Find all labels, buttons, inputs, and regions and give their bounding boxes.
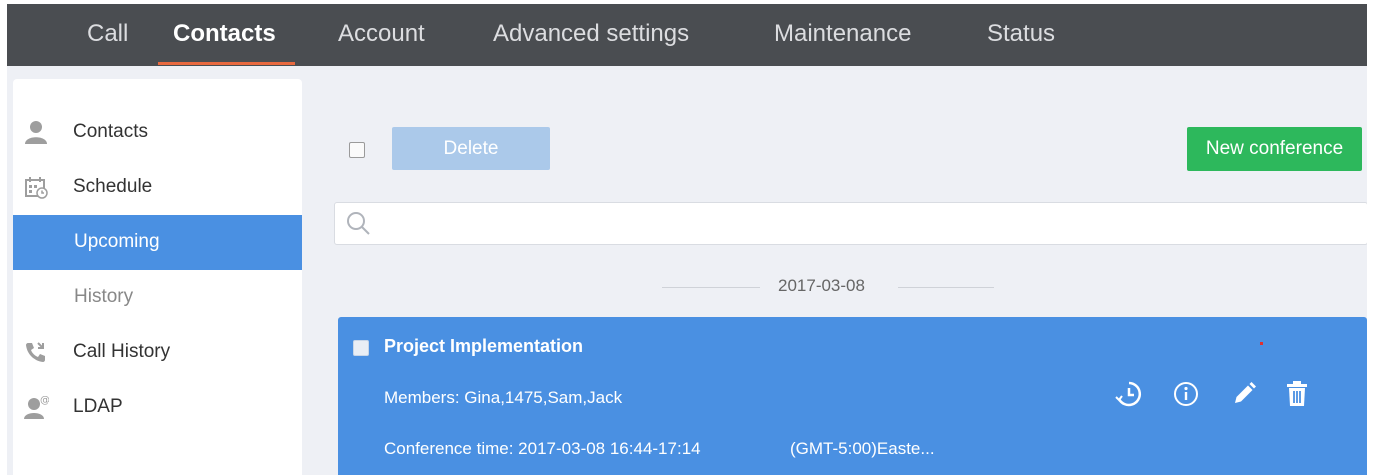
edit-pencil-icon[interactable] <box>1229 379 1259 409</box>
conference-members: Members: Gina,1475,Sam,Jack <box>384 388 623 407</box>
divider <box>662 287 760 288</box>
tab-call[interactable]: Call <box>87 4 128 66</box>
status-dot <box>1260 342 1263 345</box>
divider <box>898 287 994 288</box>
phone-history-icon <box>26 342 45 362</box>
person-icon <box>25 121 47 144</box>
select-all-checkbox[interactable] <box>349 142 365 158</box>
search-icon <box>347 212 370 235</box>
conference-card[interactable]: Project Implementation Members: Gina,147… <box>338 317 1367 475</box>
delete-trash-icon[interactable] <box>1282 379 1312 409</box>
conference-time: Conference time: 2017-03-08 16:44-17:14 <box>384 439 701 458</box>
sidebar-item-schedule[interactable]: Schedule <box>13 160 302 215</box>
delete-button[interactable]: Delete <box>392 127 550 170</box>
date-header: 2017-03-08 <box>778 276 865 295</box>
history-clock-icon[interactable] <box>1114 379 1144 409</box>
conference-timezone: (GMT-5:00)Easte... <box>790 439 935 458</box>
sidebar-item-label: LDAP <box>73 396 123 417</box>
sidebar: Contacts Schedule Upcoming History Call … <box>13 79 302 475</box>
app-frame: Call Contacts Account Advanced settings … <box>7 4 1367 475</box>
conference-checkbox[interactable] <box>353 340 369 356</box>
sidebar-item-label: History <box>74 286 134 307</box>
sidebar-item-upcoming[interactable]: Upcoming <box>13 215 302 270</box>
tab-contacts[interactable]: Contacts <box>173 4 276 66</box>
sidebar-item-label: Contacts <box>73 121 148 142</box>
active-tab-indicator <box>158 62 295 65</box>
tab-status[interactable]: Status <box>987 4 1055 66</box>
sidebar-item-label: Call History <box>73 341 171 362</box>
sidebar-item-contacts[interactable]: Contacts <box>13 105 302 160</box>
sidebar-item-ldap[interactable]: @ LDAP <box>13 380 302 435</box>
ldap-person-icon: @ <box>24 395 49 419</box>
sidebar-item-history[interactable]: History <box>13 270 302 325</box>
date-separator: 2017-03-08 <box>662 274 1002 298</box>
tab-account[interactable]: Account <box>338 4 425 66</box>
main-content: Delete New conference 2017-03-08 Project… <box>302 66 1367 475</box>
info-icon[interactable] <box>1171 379 1201 409</box>
search-box <box>334 202 1367 245</box>
sidebar-item-label: Schedule <box>73 176 153 197</box>
new-conference-button[interactable]: New conference <box>1187 127 1362 171</box>
search-input[interactable] <box>379 207 1353 241</box>
svg-text:@: @ <box>40 395 49 406</box>
tab-maintenance[interactable]: Maintenance <box>774 4 911 66</box>
sidebar-item-call-history[interactable]: Call History <box>13 325 302 380</box>
calendar-icon <box>25 177 48 199</box>
sidebar-item-label: Upcoming <box>74 231 160 252</box>
tab-advanced-settings[interactable]: Advanced settings <box>493 4 689 66</box>
top-nav: Call Contacts Account Advanced settings … <box>7 4 1367 66</box>
conference-title: Project Implementation <box>384 336 584 356</box>
